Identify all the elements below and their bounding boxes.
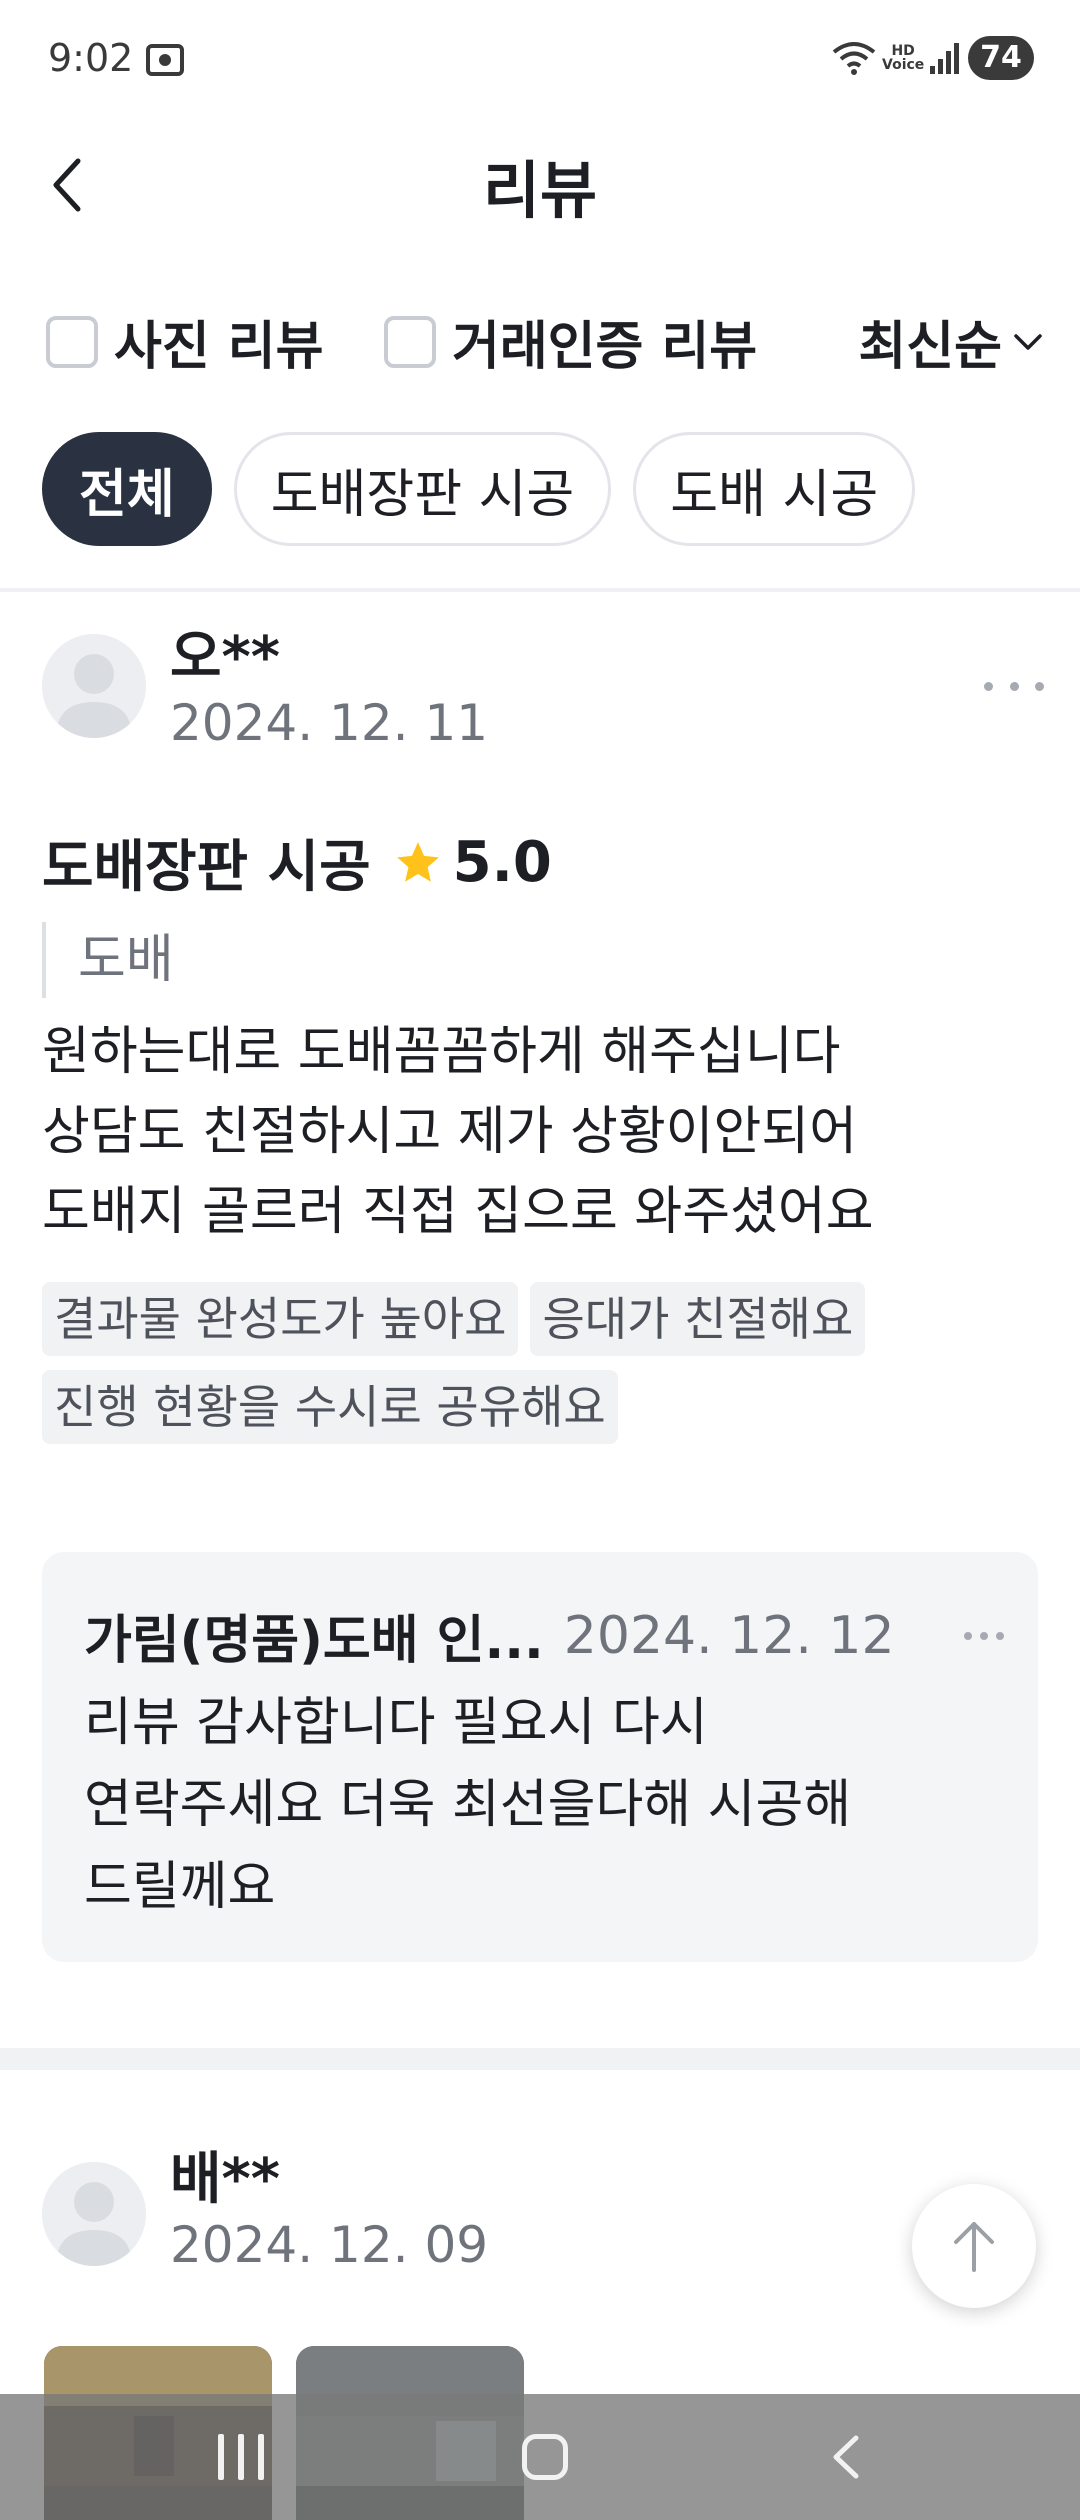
reply-text: 리뷰 감사합니다 필요시 다시 연락주세요 더욱 최선을다해 시공해 드릴께요 <box>84 1682 984 1928</box>
review-tag: 응대가 친절해요 <box>530 1282 866 1356</box>
chip-all[interactable]: 전체 <box>42 432 212 546</box>
photo-review-checkbox[interactable]: 사진 리뷰 <box>46 304 323 379</box>
voice-label: Voice <box>882 57 925 73</box>
category-chips: 전체 도배장판 시공 도배 시공 <box>42 432 937 546</box>
sort-dropdown[interactable]: 최신순 <box>858 304 1044 379</box>
photo-review-label: 사진 리뷰 <box>114 317 324 377</box>
reply-author: 가림(명품)도배 인... <box>84 1611 544 1671</box>
checkbox-box[interactable] <box>46 315 98 368</box>
review-tag: 진행 현황을 수시로 공유해요 <box>42 1370 618 1444</box>
rating-value: 5.0 <box>452 830 552 895</box>
review-tag: 결과물 완성도가 높아요 <box>42 1282 519 1356</box>
checkbox-box[interactable] <box>384 315 436 368</box>
home-icon[interactable] <box>522 2434 568 2480</box>
subcategory-label: 도배 <box>42 922 174 998</box>
reply-header: 가림(명품)도배 인... 2024. 12. 12 <box>84 1598 1004 1673</box>
status-bar: 9:02 HD Voice 74 <box>0 0 1080 120</box>
review-card: 오** 2024. 12. 11 도배장판 시공 5.0 도배 원하는대로 도배… <box>0 592 1080 2032</box>
service-title: 도배장판 시공 <box>42 835 371 900</box>
battery-indicator: 74 <box>968 36 1034 80</box>
reply-text-line: 드릴께요 <box>84 1857 276 1917</box>
review-text-line: 도배지 골르러 직접 집으로 와주셨어요 <box>42 1182 874 1242</box>
chip-wallpaper[interactable]: 도배 시공 <box>633 432 916 546</box>
chevron-left-icon <box>53 158 81 212</box>
reply-text-line: 리뷰 감사합니다 필요시 다시 <box>84 1693 708 1753</box>
verified-review-label: 거래인증 리뷰 <box>452 317 758 377</box>
hd-label: HD <box>891 43 915 59</box>
signal-icon <box>930 43 959 74</box>
person-icon <box>42 2162 146 2266</box>
reply-more-icon[interactable] <box>964 1628 1004 1644</box>
section-divider <box>0 2048 1080 2070</box>
service-line: 도배장판 시공 5.0 <box>42 822 552 903</box>
filter-row: 사진 리뷰 거래인증 리뷰 최신순 <box>0 290 1080 390</box>
reviewer-name: 오** <box>170 625 281 690</box>
reviewer-name: 배** <box>170 2147 281 2212</box>
scroll-to-top-button[interactable] <box>912 2184 1036 2308</box>
back-button[interactable] <box>36 150 96 220</box>
header: 리뷰 <box>0 120 1080 250</box>
wifi-icon <box>832 42 876 75</box>
reply-text-line: 연락주세요 더욱 최선을다해 시공해 <box>84 1775 852 1835</box>
review-text-line: 상담도 친절하시고 제가 상황이안되어 <box>42 1102 858 1162</box>
review-text: 원하는대로 도배꼼꼼하게 해주십니다 상담도 친절하시고 제가 상황이안되어 도… <box>42 1012 1042 1252</box>
person-icon <box>42 634 146 738</box>
page-title: 리뷰 <box>482 154 598 227</box>
more-options-icon[interactable] <box>984 676 1044 696</box>
review-tags: 결과물 완성도가 높아요 응대가 친절해요 진행 현황을 수시로 공유해요 <box>42 1282 1042 1458</box>
review-date: 2024. 12. 09 <box>170 2216 489 2274</box>
reply-date: 2024. 12. 12 <box>563 1605 895 1666</box>
recents-icon[interactable] <box>218 2434 264 2480</box>
back-icon[interactable] <box>822 2432 872 2482</box>
review-text-line: 원하는대로 도배꼼꼼하게 해주십니다 <box>42 1022 841 1082</box>
chevron-down-icon <box>1014 333 1042 350</box>
seller-reply: 가림(명품)도배 인... 2024. 12. 12 리뷰 감사합니다 필요시 … <box>42 1552 1038 1962</box>
status-time: 9:02 <box>48 36 134 80</box>
hd-voice-icon: HD Voice <box>882 44 924 72</box>
chip-wallpaper-floor[interactable]: 도배장판 시공 <box>233 432 612 546</box>
star-icon <box>396 841 439 882</box>
screen-record-icon <box>146 44 184 76</box>
avatar <box>42 634 146 738</box>
system-navigation-bar <box>0 2394 1080 2520</box>
arrow-up-icon <box>954 2222 994 2272</box>
sort-label: 최신순 <box>858 317 1002 377</box>
verified-review-checkbox[interactable]: 거래인증 리뷰 <box>384 304 757 379</box>
avatar <box>42 2162 146 2266</box>
review-date: 2024. 12. 11 <box>170 694 489 752</box>
